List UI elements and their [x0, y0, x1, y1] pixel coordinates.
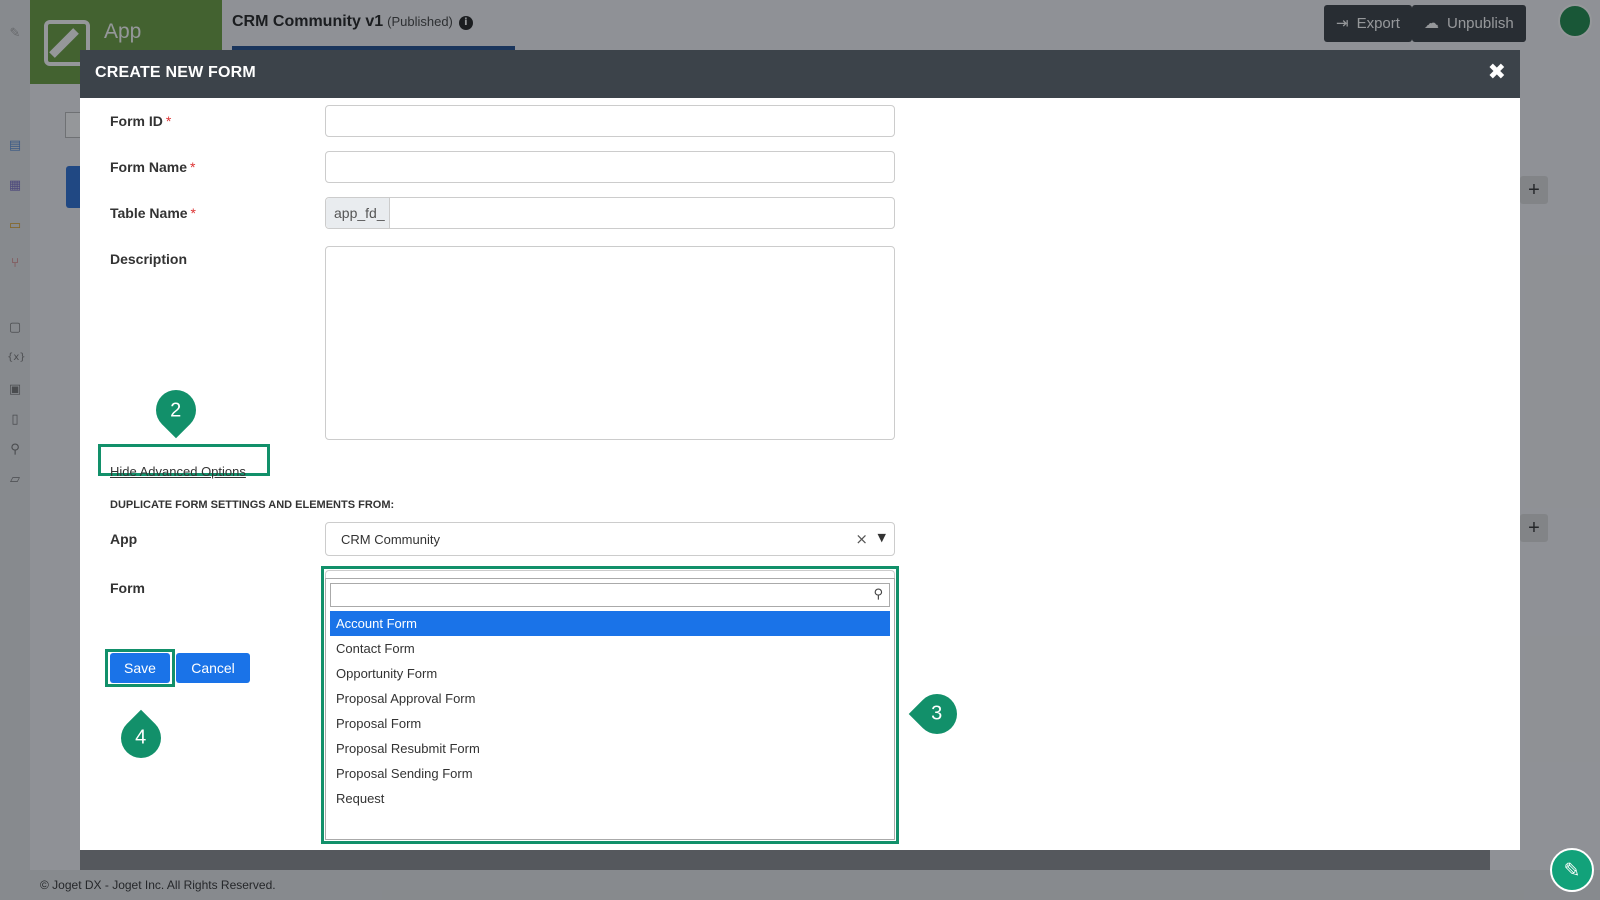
description-label: Description — [110, 251, 188, 267]
form-id-label: Form ID * — [110, 113, 171, 129]
app-select[interactable]: CRM Community × ▼ — [325, 522, 895, 556]
required-mark: * — [165, 113, 172, 129]
step-marker-3-label: 3 — [931, 703, 943, 725]
required-mark: * — [190, 205, 196, 221]
form-dropdown-highlight — [321, 566, 899, 844]
form-name-label-text: Form Name — [110, 159, 188, 175]
modal-header: CREATE NEW FORM ✖ — [80, 50, 1520, 98]
chevron-down-icon: ▼ — [877, 531, 886, 544]
description-textarea[interactable] — [325, 246, 895, 440]
table-name-prefix: app_fd_ — [326, 198, 390, 228]
step-marker-3: 3 — [908, 685, 966, 743]
step-marker-4-label: 4 — [135, 727, 147, 749]
app-select-value: CRM Community — [341, 532, 440, 547]
save-button[interactable]: Save — [110, 653, 170, 683]
form-name-label: Form Name * — [110, 159, 195, 175]
modal-title: CREATE NEW FORM — [95, 64, 256, 81]
form-id-label-text: Form ID — [110, 113, 163, 129]
table-name-label: Table Name * — [110, 205, 196, 221]
hide-advanced-options-link[interactable]: Hide Advanced Options — [110, 464, 246, 479]
duplicate-heading: DUPLICATE FORM SETTINGS AND ELEMENTS FRO… — [110, 499, 395, 511]
step-marker-2: 2 — [147, 381, 205, 439]
step-marker-2-label: 2 — [170, 399, 182, 421]
form-label: Form — [110, 580, 145, 596]
step-marker-4: 4 — [112, 709, 170, 767]
form-name-input[interactable] — [325, 151, 895, 183]
create-form-modal: CREATE NEW FORM ✖ Form ID * Form Name * Ta… — [80, 50, 1520, 850]
pencil-icon[interactable]: ✎ — [1550, 848, 1594, 892]
close-icon[interactable]: ✖ — [1488, 61, 1506, 85]
table-name-input[interactable]: app_fd_ — [325, 197, 895, 229]
form-id-input[interactable] — [325, 105, 895, 137]
app-label: App — [110, 531, 138, 547]
table-name-label-text: Table Name — [110, 205, 188, 221]
required-mark: * — [190, 159, 196, 175]
clear-icon[interactable]: × — [855, 530, 868, 548]
cancel-button[interactable]: Cancel — [176, 653, 250, 683]
